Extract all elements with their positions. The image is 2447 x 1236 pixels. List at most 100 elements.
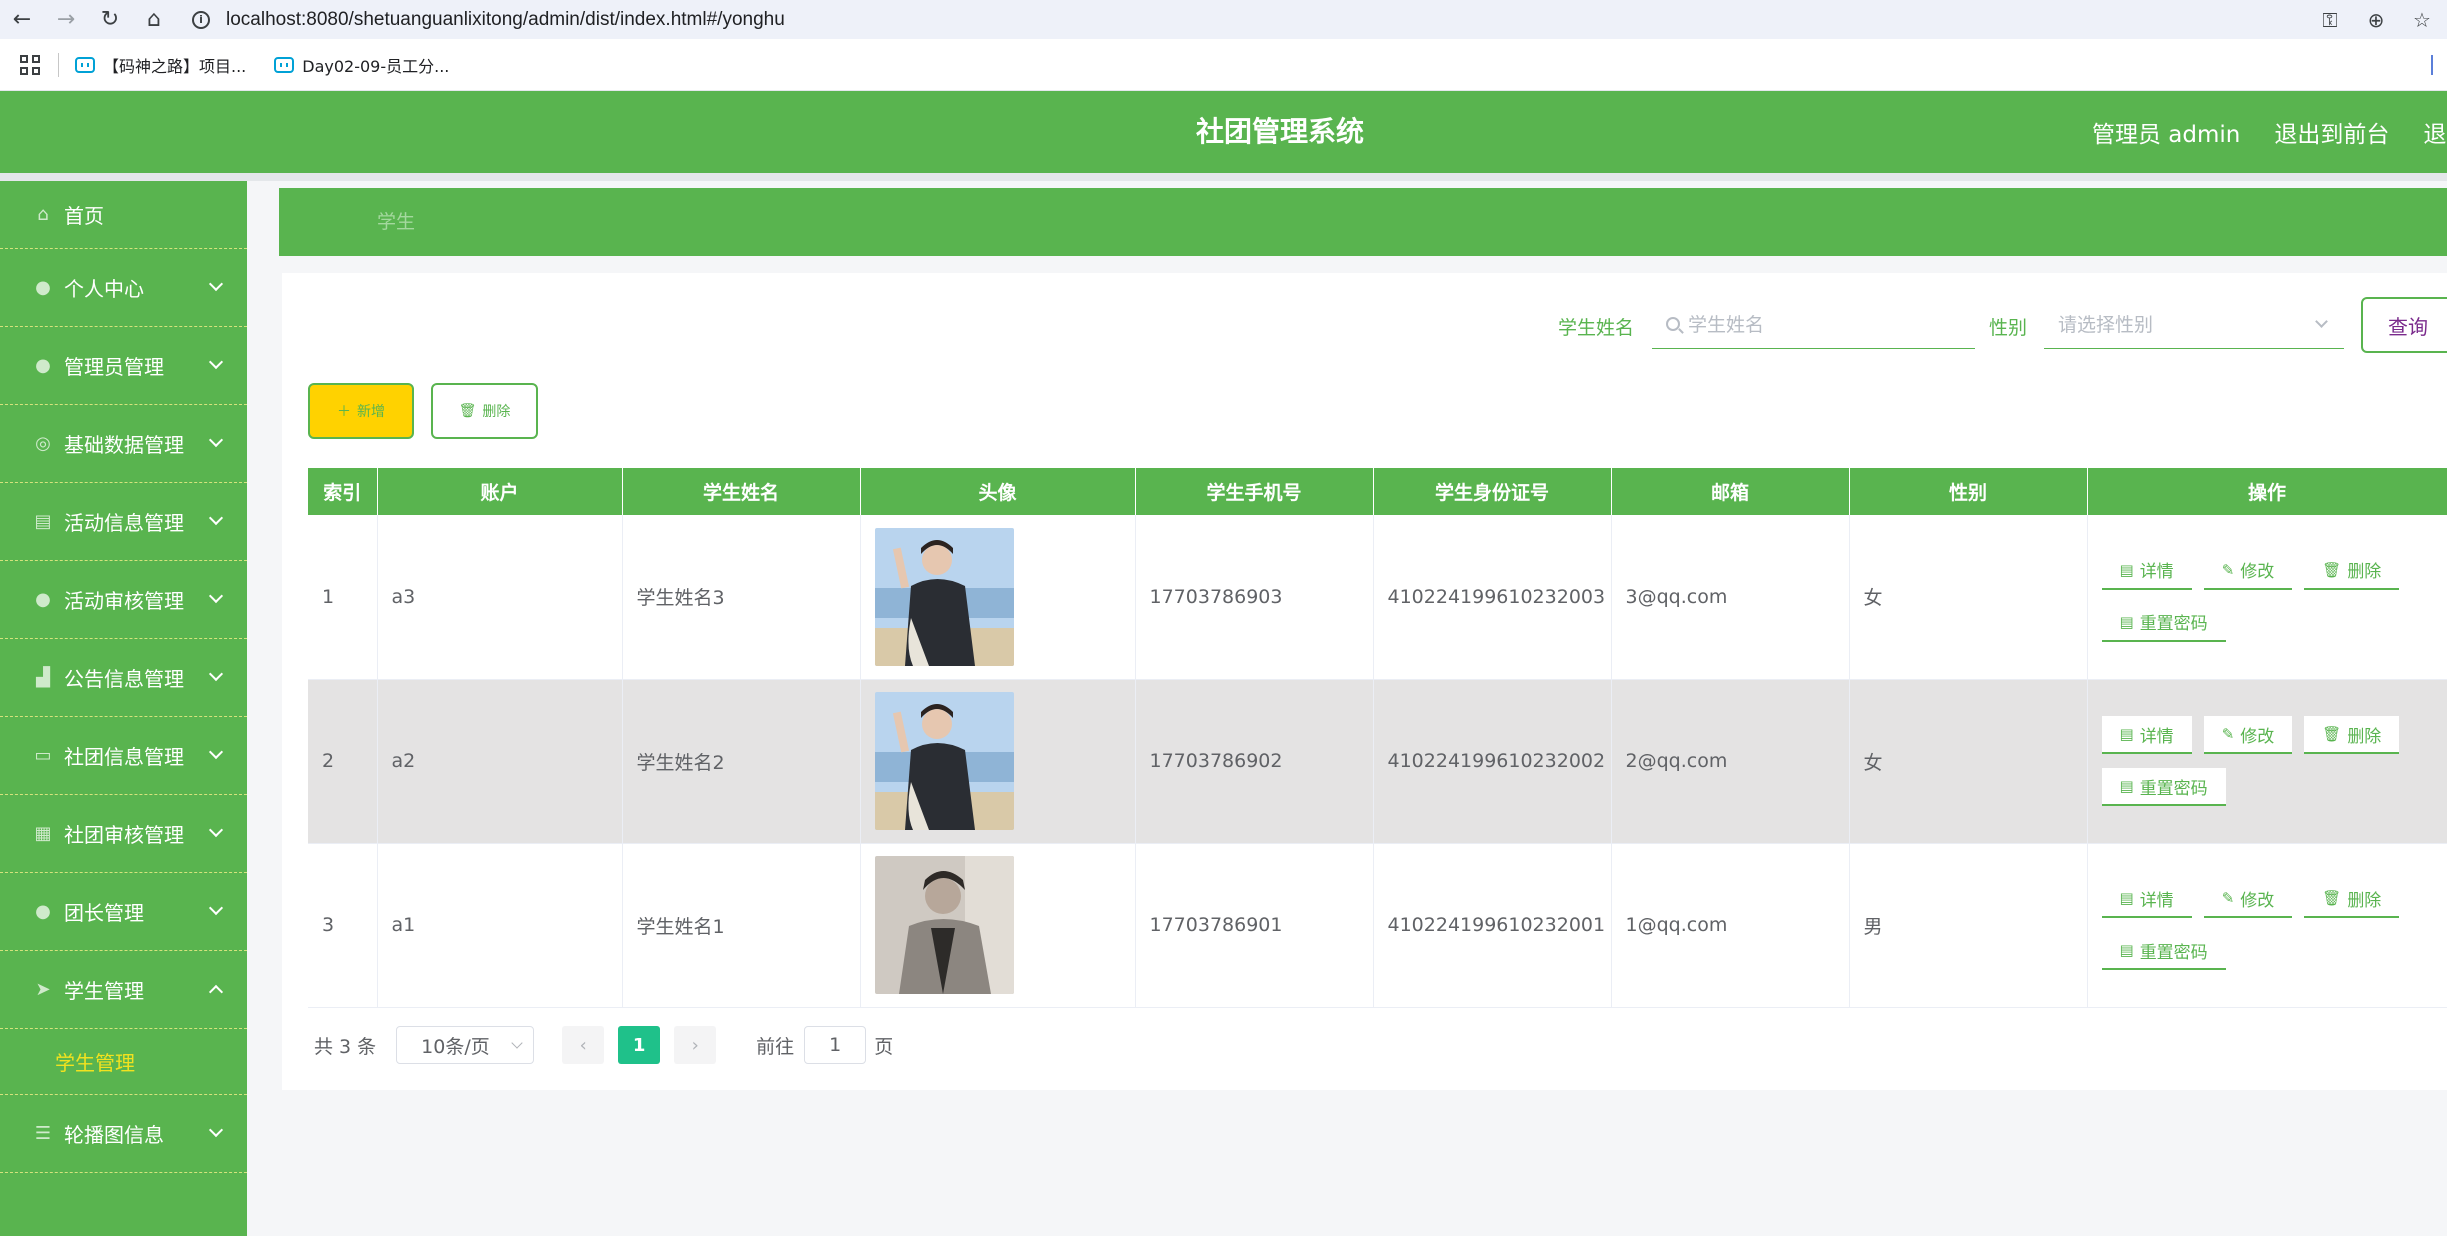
sidebar-item-activity-review[interactable]: ● 活动审核管理: [0, 561, 247, 639]
current-user: 管理员 admin: [2092, 122, 2241, 148]
chevron-down-icon: [208, 276, 224, 292]
sidebar-item-club-review[interactable]: ▦ 社团审核管理: [0, 795, 247, 873]
user-icon: ●: [35, 277, 51, 298]
edit-button[interactable]: ✎ 修改: [2203, 716, 2293, 754]
edit-icon: ✎: [2221, 725, 2235, 743]
edit-button[interactable]: ✎ 修改: [2203, 880, 2293, 918]
cell-gender: 女: [1849, 679, 2088, 844]
sidebar-item-base-data[interactable]: ◎ 基础数据管理: [0, 405, 247, 483]
avatar[interactable]: [874, 527, 1014, 666]
edit-icon: ✎: [2221, 889, 2235, 907]
gender-select[interactable]: 请选择性别: [2044, 299, 2344, 349]
cell-avatar: [860, 679, 1136, 844]
back-icon[interactable]: ←: [0, 0, 44, 39]
cell-phone: 17703786902: [1135, 679, 1374, 844]
total-count: 共 3 条: [314, 1035, 377, 1058]
sidebar-item-activity-info[interactable]: ▤ 活动信息管理: [0, 483, 247, 561]
data-icon: ◎: [35, 433, 51, 454]
cell-actions: ▤ 详情 ✎ 修改 🗑 删除 ▤ 重置密码: [2087, 679, 2447, 844]
add-button[interactable]: ＋ 新增: [308, 383, 414, 439]
table-row[interactable]: 1 a3 学生姓名3 17703786903 41022419961023200…: [308, 515, 2447, 680]
column-header[interactable]: 性别: [1849, 468, 2088, 515]
chevron-down-icon: [208, 900, 224, 916]
query-button[interactable]: 查询: [2361, 297, 2447, 353]
column-header[interactable]: 操作: [2087, 468, 2447, 515]
sidebar-item-announcements[interactable]: ▟ 公告信息管理: [0, 639, 247, 717]
column-header[interactable]: 学生姓名: [622, 468, 861, 515]
cell-phone: 17703786901: [1135, 843, 1374, 1008]
cell-avatar: [860, 843, 1136, 1008]
column-header[interactable]: 学生手机号: [1135, 468, 1374, 515]
next-page-button[interactable]: ›: [674, 1026, 717, 1064]
goto-page-input[interactable]: 1: [804, 1026, 867, 1064]
avatar[interactable]: [874, 692, 1014, 830]
browser-toolbar: ← → ↻ ⌂ i localhost:8080/shetuanguanlixi…: [0, 0, 2447, 39]
sidebar-item-carousel[interactable]: ☰ 轮播图信息: [0, 1095, 247, 1173]
edit-button[interactable]: ✎ 修改: [2203, 551, 2293, 590]
chevron-down-icon: [208, 354, 224, 370]
detail-button[interactable]: ▤ 详情: [2101, 551, 2192, 590]
breadcrumb: 学生: [279, 188, 2447, 256]
exit-to-front-link[interactable]: 退出到前台: [2274, 115, 2389, 149]
site-info-icon[interactable]: i: [188, 7, 214, 33]
star-icon[interactable]: ☆: [2407, 8, 2437, 32]
table-row[interactable]: 3 a1 学生姓名1 17703786901 41022419961023200…: [308, 843, 2447, 1008]
column-header[interactable]: 头像: [860, 468, 1136, 515]
student-name-input[interactable]: 学生姓名: [1652, 299, 1975, 349]
row-delete-button[interactable]: 🗑 删除: [2304, 551, 2400, 590]
send-icon: ➤: [35, 979, 51, 1000]
avatar[interactable]: [874, 856, 1014, 994]
column-header[interactable]: 账户: [377, 468, 623, 515]
cell-id-card: 410224199610232002: [1373, 679, 1612, 844]
bookmarks-bar: 【码神之路】项目... Day02-09-员工分...: [0, 39, 2447, 91]
key-icon[interactable]: ⚿: [2315, 8, 2345, 32]
prev-page-button[interactable]: ‹: [562, 1026, 605, 1064]
forward-icon[interactable]: →: [44, 0, 88, 39]
address-bar[interactable]: localhost:8080/shetuanguanlixitong/admin…: [226, 9, 785, 31]
logout-link[interactable]: 退出: [2423, 115, 2447, 149]
chevron-left-icon: ‹: [579, 1034, 587, 1056]
sidebar-item-students[interactable]: ➤ 学生管理: [0, 951, 247, 1029]
cell-actions: ▤ 详情 ✎ 修改 🗑 删除 ▤ 重置密码: [2087, 515, 2447, 680]
column-header[interactable]: 索引: [308, 468, 378, 515]
sidebar-item-home[interactable]: ⌂ 首页: [0, 181, 247, 249]
column-header[interactable]: 学生身份证号: [1373, 468, 1612, 515]
column-header[interactable]: 邮箱: [1611, 468, 1850, 515]
delete-button[interactable]: 🗑 删除: [431, 383, 538, 439]
cell-id-card: 410224199610232003: [1373, 515, 1612, 680]
bookmark-divider: [58, 52, 59, 77]
bilibili-icon: [75, 56, 95, 73]
document-icon: ▤: [2119, 889, 2134, 907]
row-delete-button[interactable]: 🗑 删除: [2304, 716, 2400, 754]
detail-button[interactable]: ▤ 详情: [2101, 716, 2192, 754]
sidebar-item-admins[interactable]: ● 管理员管理: [0, 327, 247, 405]
sidebar: ⌂ 首页 ● 个人中心 ● 管理员管理 ◎ 基础数据管理 ▤ 活动信息管理 ● …: [0, 181, 247, 1236]
reset-password-button[interactable]: ▤ 重置密码: [2101, 603, 2226, 642]
chevron-up-icon: [208, 984, 224, 1000]
grid-icon: ▦: [34, 823, 52, 844]
zoom-icon[interactable]: ⊕: [2361, 8, 2391, 32]
search-form: 学生姓名 学生姓名 性别 请选择性别 查询: [282, 273, 2447, 355]
page-number-active[interactable]: 1: [618, 1026, 661, 1064]
bookmark-item[interactable]: Day02-09-员工分...: [274, 53, 449, 77]
app-header: 社团管理系统 管理员 admin 退出到前台 退出: [0, 91, 2447, 173]
cell-avatar: [860, 515, 1136, 680]
cell-index: 2: [308, 679, 378, 844]
apps-icon[interactable]: [20, 54, 40, 75]
reset-password-button[interactable]: ▤ 重置密码: [2101, 932, 2226, 970]
bookmark-item[interactable]: 【码神之路】项目...: [75, 53, 246, 77]
reload-icon[interactable]: ↻: [88, 0, 132, 39]
table-row[interactable]: 2 a2 学生姓名2 17703786902 41022419961023200…: [308, 679, 2447, 844]
home-icon[interactable]: ⌂: [132, 0, 176, 39]
app-title: 社团管理系统: [1195, 115, 1364, 148]
reset-password-button[interactable]: ▤ 重置密码: [2101, 768, 2226, 806]
sidebar-item-profile[interactable]: ● 个人中心: [0, 249, 247, 327]
sidebar-item-leaders[interactable]: ● 团长管理: [0, 873, 247, 951]
goto-label: 前往: [756, 1035, 795, 1058]
detail-button[interactable]: ▤ 详情: [2101, 880, 2192, 918]
page-size-select[interactable]: 10条/页: [396, 1026, 535, 1064]
sidebar-subitem-student-management[interactable]: 学生管理: [0, 1029, 247, 1095]
bookmarks-overflow-marker: [2431, 55, 2433, 75]
sidebar-item-club-info[interactable]: ▭ 社团信息管理: [0, 717, 247, 795]
row-delete-button[interactable]: 🗑 删除: [2304, 880, 2400, 918]
